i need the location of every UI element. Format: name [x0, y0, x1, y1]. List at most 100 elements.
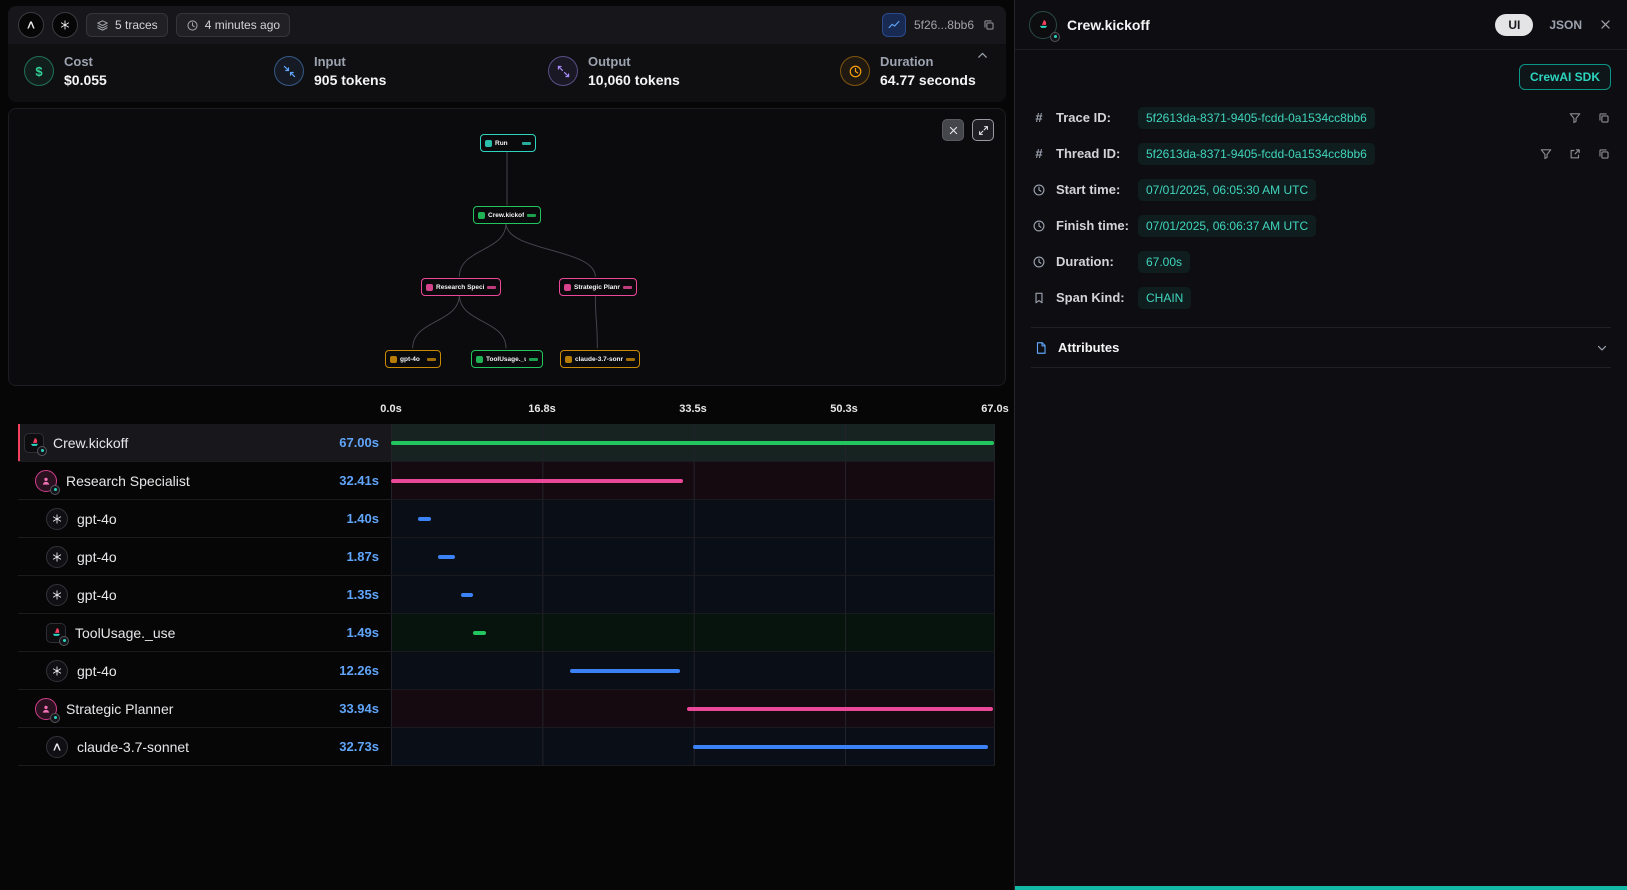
- chevron-down-icon[interactable]: [1595, 341, 1609, 355]
- timeline-row[interactable]: ToolUsage._use 1.49s: [18, 614, 995, 652]
- span-bar: [438, 555, 455, 559]
- span-bar: [461, 593, 473, 597]
- sdk-badge[interactable]: CrewAI SDK: [1519, 64, 1611, 90]
- trace-age-chip[interactable]: 4 minutes ago: [176, 13, 290, 37]
- detail-value: 67.00s: [1138, 251, 1190, 273]
- span-duration: 1.40s: [346, 511, 391, 526]
- detail-value: 07/01/2025, 06:06:37 AM UTC: [1138, 215, 1316, 237]
- stat-input-label: Input: [314, 54, 386, 69]
- graph-node-research[interactable]: Research Specialist: [421, 278, 501, 296]
- graph-node-tool[interactable]: ToolUsage._use: [471, 350, 543, 368]
- graph-node-crew[interactable]: Crew.kickoff: [473, 206, 541, 224]
- topbar-right: 5f26...8bb6: [882, 13, 996, 37]
- span-bar: [473, 631, 486, 635]
- span-name: gpt-4o: [77, 549, 117, 565]
- span-icon: [35, 470, 57, 492]
- detail-actions: [1568, 111, 1611, 125]
- stat-output: Output10,060 tokens: [548, 54, 840, 88]
- span-icon: [46, 546, 68, 568]
- anthropic-icon: [46, 736, 68, 758]
- tab-ui[interactable]: UI: [1495, 14, 1533, 36]
- span-duration: 32.41s: [339, 473, 391, 488]
- timeline-row[interactable]: Research Specialist 32.41s: [18, 462, 995, 500]
- trace-graph-canvas[interactable]: Run Crew.kickoff Research Specialist Strate…: [8, 108, 1006, 386]
- timeline-row-name-cell: Strategic Planner 33.94s: [18, 690, 391, 727]
- stat-output-label: Output: [588, 54, 680, 69]
- stat-cost-label: Cost: [64, 54, 107, 69]
- trend-icon-button[interactable]: [882, 13, 906, 37]
- span-detail-rows: # Trace ID: 5f2613da-8371-9405-fcdd-0a15…: [1031, 104, 1611, 311]
- graph-node-tag: [527, 214, 536, 217]
- timeline-row[interactable]: gpt-4o 1.40s: [18, 500, 995, 538]
- graph-node-dot-icon: [564, 284, 571, 291]
- span-name: Strategic Planner: [66, 701, 173, 717]
- timeline-row-track: [391, 424, 995, 461]
- stats-collapse-button[interactable]: [975, 48, 990, 63]
- panel-close-button[interactable]: [1598, 17, 1613, 32]
- trace-viewer-app: 5 traces 4 minutes ago 5f26...8bb6 $ Cos…: [0, 0, 1627, 890]
- timeline-row[interactable]: gpt-4o 1.35s: [18, 576, 995, 614]
- timeline-row-track: [391, 614, 995, 651]
- span-name: claude-3.7-sonnet: [77, 739, 189, 755]
- attributes-section[interactable]: Attributes: [1031, 327, 1611, 368]
- axis-tick: 0.0s: [380, 403, 401, 415]
- crewai-icon: [46, 623, 66, 643]
- stat-input: Input905 tokens: [274, 54, 548, 88]
- openai-icon: [52, 12, 78, 38]
- anthropic-icon: [18, 12, 44, 38]
- traces-count-label: 5 traces: [115, 18, 158, 32]
- file-icon: [1033, 341, 1049, 355]
- timeline-row[interactable]: claude-3.7-sonnet 32.73s: [18, 728, 995, 766]
- traces-count-chip[interactable]: 5 traces: [86, 13, 168, 37]
- span-icon: [46, 623, 66, 643]
- panel-body: CrewAI SDK # Trace ID: 5f2613da-8371-940…: [1015, 50, 1627, 376]
- graph-expand-button[interactable]: [972, 119, 994, 141]
- graph-node-strategic[interactable]: Strategic Planner: [559, 278, 637, 296]
- clock-icon: [840, 56, 870, 86]
- sdk-row: CrewAI SDK: [1031, 64, 1611, 90]
- copy-icon[interactable]: [1597, 111, 1611, 125]
- trace-short-id: 5f26...8bb6: [914, 18, 974, 32]
- agent-icon: [35, 698, 57, 720]
- dollar-icon: $: [24, 56, 54, 86]
- graph-node-label: claude-3.7-sonnet: [575, 356, 623, 363]
- timeline-row-track: [391, 500, 995, 537]
- detail-row: # Trace ID: 5f2613da-8371-9405-fcdd-0a15…: [1031, 104, 1611, 131]
- stat-duration-label: Duration: [880, 54, 976, 69]
- openai-icon: [46, 508, 68, 530]
- span-duration: 33.94s: [339, 701, 391, 716]
- filter-icon[interactable]: [1539, 147, 1553, 161]
- graph-node-claude[interactable]: claude-3.7-sonnet: [560, 350, 640, 368]
- external-link-icon[interactable]: [1568, 147, 1582, 161]
- filter-icon[interactable]: [1568, 111, 1582, 125]
- graph-node-dot-icon: [565, 356, 572, 363]
- detail-actions: [1539, 147, 1611, 161]
- panel-tabs: UI JSON: [1495, 14, 1613, 36]
- graph-node-run[interactable]: Run: [480, 134, 536, 152]
- openai-icon: [46, 584, 68, 606]
- tab-json[interactable]: JSON: [1549, 18, 1582, 32]
- output-tokens-icon: [548, 56, 578, 86]
- copy-icon[interactable]: [1597, 147, 1611, 161]
- axis-tick: 16.8s: [528, 403, 556, 415]
- timeline-axis: 0.0s 16.8s 33.5s 50.3s 67.0s: [18, 400, 995, 424]
- crewai-icon: [1029, 11, 1057, 39]
- graph-node-label: Crew.kickoff: [488, 212, 524, 219]
- timeline-row[interactable]: Crew.kickoff 67.00s: [18, 424, 995, 462]
- detail-label: Duration:: [1056, 254, 1138, 269]
- detail-label: Trace ID:: [1056, 110, 1138, 125]
- agent-badge-icon: [50, 485, 60, 495]
- crewai-badge-icon: [1050, 32, 1060, 42]
- stat-cost-value: $0.055: [64, 72, 107, 88]
- timeline-row[interactable]: gpt-4o 12.26s: [18, 652, 995, 690]
- span-details-panel: Crew.kickoff UI JSON CrewAI SDK # Trace …: [1014, 0, 1627, 890]
- graph-node-gpt[interactable]: gpt-4o: [385, 350, 441, 368]
- graph-close-button[interactable]: [942, 119, 964, 141]
- span-duration: 1.35s: [346, 587, 391, 602]
- copy-icon[interactable]: [982, 18, 996, 32]
- agent-icon: [35, 470, 57, 492]
- timeline-row[interactable]: Strategic Planner 33.94s: [18, 690, 995, 728]
- timeline-row[interactable]: gpt-4o 1.87s: [18, 538, 995, 576]
- span-icon: [46, 508, 68, 530]
- span-icon: [46, 584, 68, 606]
